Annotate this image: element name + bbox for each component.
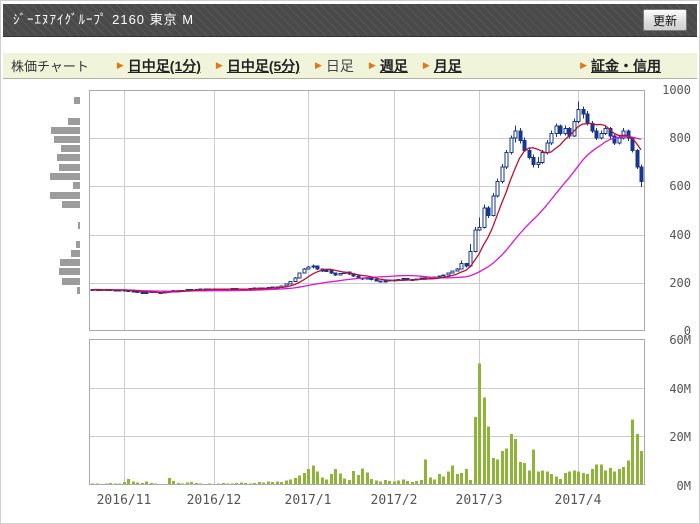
volume-bar-chart <box>89 339 645 485</box>
price-axis-tick: 400 <box>669 228 691 242</box>
date-axis-tick: 2017/1 <box>284 493 332 508</box>
volume-axis-tick: 20M <box>669 430 691 444</box>
date-axis-tick: 2017/3 <box>455 493 503 508</box>
price-axis-tick: 1000 <box>662 83 691 97</box>
date-axis-tick: 2017/2 <box>370 493 418 508</box>
price-candlestick-chart <box>89 90 645 331</box>
date-axis-tick: 2016/12 <box>186 493 242 508</box>
price-axis-tick: 600 <box>669 179 691 193</box>
volume-by-price-histogram <box>50 97 80 294</box>
volume-axis-tick: 0M <box>676 479 691 493</box>
chart-area: 1000 800 600 400 200 0 60M 40M 20M 0M 2016/11 2016/… <box>1 1 699 523</box>
date-axis-tick: 2017/4 <box>554 493 602 508</box>
date-axis-tick: 2016/11 <box>96 493 152 508</box>
volume-axis-tick: 60M <box>669 333 691 347</box>
volume-axis-tick: 40M <box>669 382 691 396</box>
price-axis-tick: 800 <box>669 131 691 145</box>
price-axis-tick: 200 <box>669 276 691 290</box>
stock-chart-window: ｼﾞｰｴﾇｱｲｸﾞﾙｰﾌﾟ 2160 東京 M 更新 株価チャート ▶ 日中足(1… <box>0 0 700 524</box>
